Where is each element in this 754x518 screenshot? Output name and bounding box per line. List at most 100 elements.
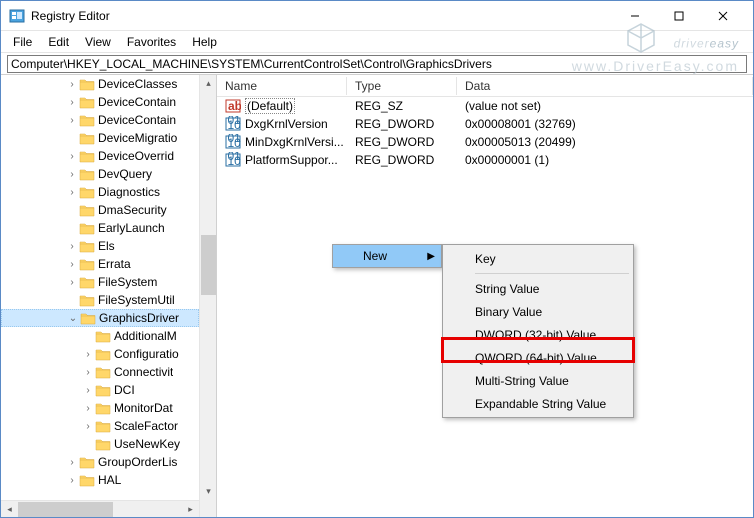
tree-item[interactable]: ›MonitorDat (1, 399, 199, 417)
values-list[interactable]: ab(Default)REG_SZ(value not set)01101001… (217, 97, 753, 169)
column-type[interactable]: Type (347, 77, 457, 95)
folder-icon (79, 167, 95, 181)
context-item-key[interactable]: Key (445, 247, 631, 270)
context-item-dword[interactable]: DWORD (32-bit) Value (445, 323, 631, 346)
menu-help[interactable]: Help (184, 33, 225, 51)
tree-item[interactable]: ›Errata (1, 255, 199, 273)
tree-item[interactable]: FileSystemUtil (1, 291, 199, 309)
expand-icon[interactable]: › (65, 151, 79, 162)
tree-item-label: Configuratio (114, 347, 179, 361)
tree-item[interactable]: ⌄ GraphicsDriver (1, 309, 199, 327)
app-icon (9, 8, 25, 24)
context-item-label: Multi-String Value (475, 374, 569, 388)
address-input[interactable] (7, 55, 747, 73)
tree-item-label: EarlyLaunch (98, 221, 165, 235)
expand-icon[interactable]: › (65, 79, 79, 90)
value-type: REG_DWORD (347, 135, 457, 149)
scroll-thumb-h[interactable] (18, 502, 113, 517)
scroll-up-arrow[interactable]: ▴ (200, 75, 217, 92)
folder-icon (79, 77, 95, 91)
tree-item[interactable]: › ScaleFactor (1, 417, 199, 435)
expand-icon[interactable]: › (81, 421, 95, 432)
tree-item[interactable]: › Configuratio (1, 345, 199, 363)
expand-icon[interactable]: › (81, 349, 95, 360)
tree-vertical-scrollbar[interactable]: ▴ ▾ (199, 75, 216, 517)
column-name[interactable]: Name (217, 77, 347, 95)
scroll-down-arrow[interactable]: ▾ (200, 483, 217, 500)
column-data[interactable]: Data (457, 77, 753, 95)
menu-view[interactable]: View (77, 33, 119, 51)
expand-icon[interactable]: › (81, 385, 95, 396)
submenu-arrow-icon: ▶ (427, 251, 435, 262)
expand-icon[interactable]: › (65, 475, 79, 486)
context-item-new[interactable]: New ▶ (333, 245, 441, 267)
expand-icon[interactable]: › (65, 241, 79, 252)
minimize-button[interactable] (613, 2, 657, 30)
tree-item-label: ScaleFactor (114, 419, 178, 433)
tree-item-label: GraphicsDriver (99, 311, 179, 325)
tree-item[interactable]: ›DeviceClasses (1, 75, 199, 93)
folder-icon (95, 401, 111, 415)
expand-icon[interactable]: › (65, 277, 79, 288)
folder-icon (80, 311, 96, 325)
value-row[interactable]: 01101001PlatformSuppor...REG_DWORD0x0000… (217, 151, 753, 169)
value-data: 0x00008001 (32769) (457, 117, 753, 131)
tree-item-label: DCI (114, 383, 135, 397)
tree-item[interactable]: ›Connectivit (1, 363, 199, 381)
tree-item[interactable]: ›HAL (1, 471, 199, 489)
tree-item-label: DeviceContain (98, 95, 176, 109)
context-menu-new-submenu: Key String Value Binary Value DWORD (32-… (442, 244, 634, 418)
context-item-binary[interactable]: Binary Value (445, 300, 631, 323)
tree-horizontal-scrollbar[interactable]: ◂ ▸ (1, 500, 199, 517)
registry-tree[interactable]: ›DeviceClasses›DeviceContain›DeviceConta… (1, 75, 216, 506)
folder-icon (95, 419, 111, 433)
tree-item[interactable]: › DCI (1, 381, 199, 399)
expand-icon[interactable]: › (81, 403, 95, 414)
folder-icon (79, 149, 95, 163)
value-row[interactable]: 01101001DxgKrnlVersionREG_DWORD0x0000800… (217, 115, 753, 133)
value-type: REG_DWORD (347, 153, 457, 167)
tree-item[interactable]: ›DeviceOverrid (1, 147, 199, 165)
tree-item[interactable]: ›Diagnostics (1, 183, 199, 201)
tree-item[interactable]: EarlyLaunch (1, 219, 199, 237)
value-row[interactable]: 01101001MinDxgKrnlVersi...REG_DWORD0x000… (217, 133, 753, 151)
tree-item[interactable]: UseNewKey (1, 435, 199, 453)
expand-icon[interactable]: › (81, 367, 95, 378)
expand-icon[interactable]: › (65, 187, 79, 198)
menu-separator (475, 273, 629, 274)
tree-item-label: AdditionalM (114, 329, 177, 343)
tree-item[interactable]: ›GroupOrderLis (1, 453, 199, 471)
menu-edit[interactable]: Edit (40, 33, 77, 51)
context-item-string[interactable]: String Value (445, 277, 631, 300)
close-button[interactable] (701, 2, 745, 30)
scroll-right-arrow[interactable]: ▸ (182, 501, 199, 517)
context-item-expandstring[interactable]: Expandable String Value (445, 392, 631, 415)
expand-icon[interactable]: › (65, 97, 79, 108)
folder-icon (95, 365, 111, 379)
tree-item[interactable]: › DeviceContain (1, 93, 199, 111)
tree-item[interactable]: ›Els (1, 237, 199, 255)
expand-icon[interactable]: › (65, 457, 79, 468)
menu-favorites[interactable]: Favorites (119, 33, 184, 51)
menu-file[interactable]: File (5, 33, 40, 51)
scroll-left-arrow[interactable]: ◂ (1, 501, 18, 517)
expand-icon[interactable]: › (65, 169, 79, 180)
tree-item[interactable]: DmaSecurity (1, 201, 199, 219)
tree-item[interactable]: AdditionalM (1, 327, 199, 345)
context-item-qword[interactable]: QWORD (64-bit) Value (445, 346, 631, 369)
tree-item-label: UseNewKey (114, 437, 180, 451)
maximize-button[interactable] (657, 2, 701, 30)
expand-icon[interactable]: › (65, 259, 79, 270)
scroll-thumb[interactable] (201, 235, 216, 295)
folder-icon (79, 455, 95, 469)
tree-item[interactable]: ›DevQuery (1, 165, 199, 183)
tree-item[interactable]: DeviceMigratio (1, 129, 199, 147)
tree-item-label: DeviceContain (98, 113, 176, 127)
context-item-multistring[interactable]: Multi-String Value (445, 369, 631, 392)
tree-item[interactable]: ›FileSystem (1, 273, 199, 291)
expand-icon[interactable]: › (65, 115, 79, 126)
value-type: REG_SZ (347, 99, 457, 113)
tree-item[interactable]: › DeviceContain (1, 111, 199, 129)
value-row[interactable]: ab(Default)REG_SZ(value not set) (217, 97, 753, 115)
collapse-icon[interactable]: ⌄ (66, 313, 80, 324)
